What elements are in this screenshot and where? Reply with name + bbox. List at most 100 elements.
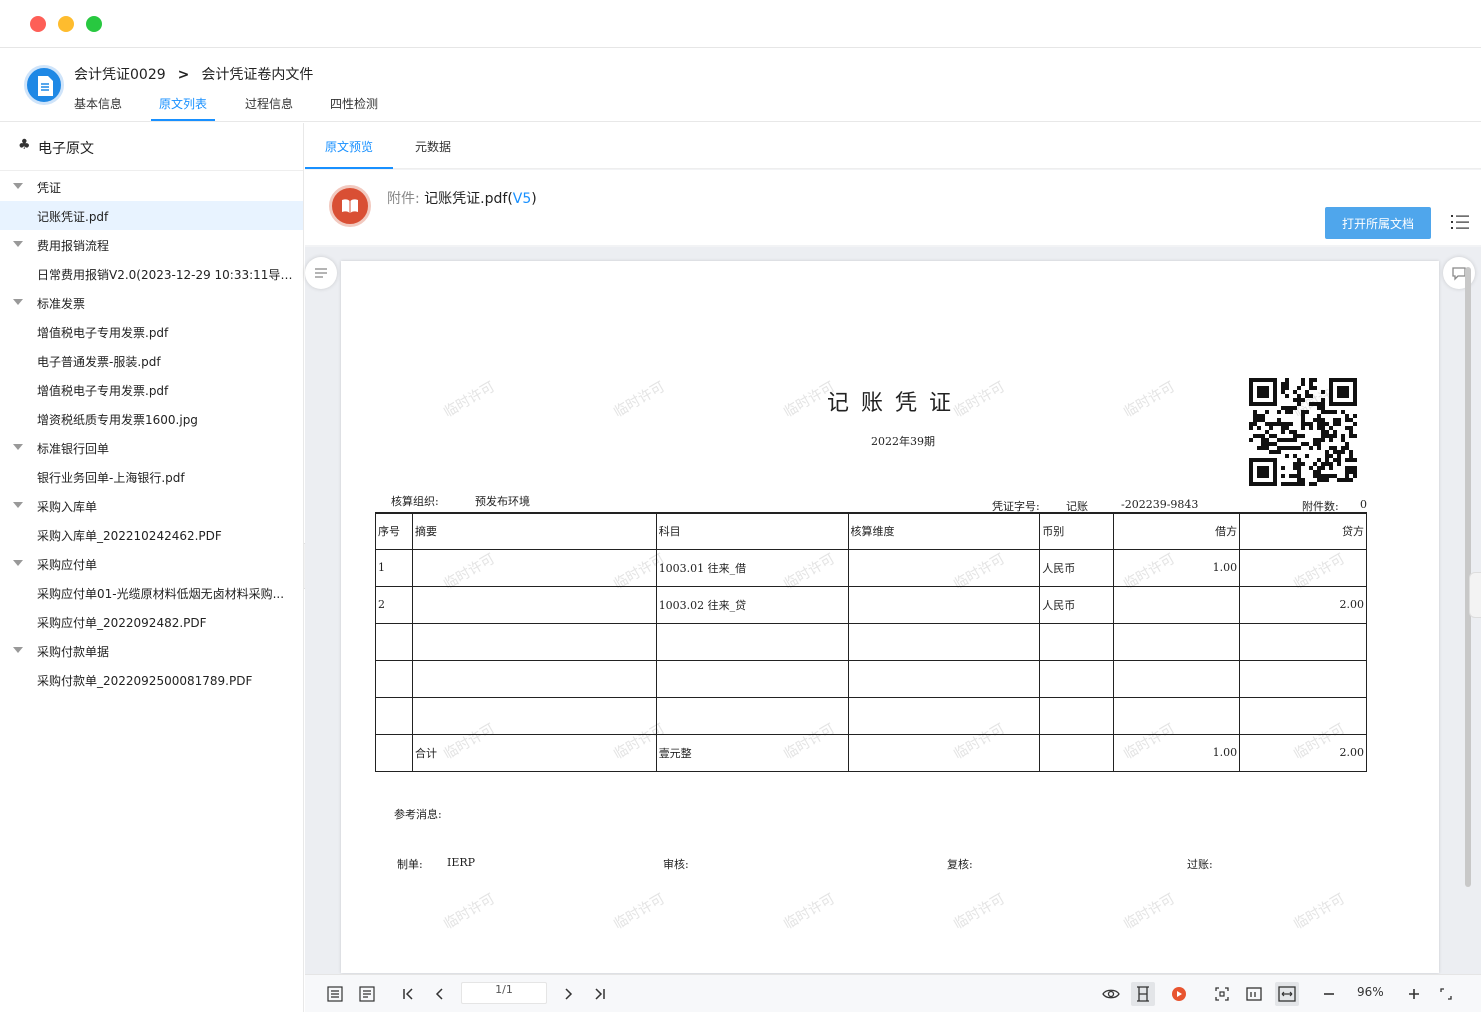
watermark-text: 临时许可 — [611, 378, 668, 421]
zoom-in-icon[interactable] — [1404, 984, 1424, 1004]
audit-label: 审核: — [663, 858, 689, 871]
right-panel-handle[interactable] — [1469, 572, 1481, 618]
tree-item-label: 采购应付单_2022092482.PDF — [37, 616, 207, 630]
page-number-input[interactable]: 1/1 — [461, 982, 547, 1004]
last-page-icon[interactable] — [590, 984, 610, 1004]
voucher-total-row: 合计 壹元整 1.00 2.00 — [375, 733, 1367, 772]
caret-down-icon[interactable] — [13, 444, 23, 450]
voucher-table: 序号 摘要 科目 核算维度 币别 借方 贷方 1 1003.01 往来_借 人民币 1.00 2 100… — [375, 512, 1367, 772]
maker-label: 制单: — [397, 858, 423, 871]
voucher-cell: 2 — [375, 585, 413, 624]
voucher-cell: 人民币 — [1039, 585, 1115, 624]
minimize-window-button[interactable] — [58, 16, 74, 32]
tree-file[interactable]: 采购付款单_2022092500081789.PDF — [0, 665, 303, 694]
caret-down-icon[interactable] — [13, 560, 23, 566]
version-close-paren: ) — [531, 191, 537, 207]
breadcrumb-archive[interactable]: 会计凭证0029 — [74, 64, 166, 84]
tree-folder[interactable]: 凭证 — [0, 172, 303, 201]
title-bar — [0, 0, 1481, 48]
voucher-cell: 1.00 — [1113, 548, 1241, 587]
tree-file[interactable]: 增资税纸质专用发票1600.jpg — [0, 404, 303, 433]
voucher-cell — [847, 622, 1041, 661]
tree-file[interactable]: 采购应付单_2022092482.PDF — [0, 607, 303, 636]
zoom-out-icon[interactable] — [1319, 984, 1339, 1004]
fullscreen-focus-icon[interactable] — [1212, 984, 1232, 1004]
voucher-cell: 币别 — [1039, 512, 1115, 550]
tab-process-info[interactable]: 过程信息 — [245, 95, 293, 121]
actual-size-icon[interactable] — [1244, 984, 1264, 1004]
voucher-cell: 1 — [375, 548, 413, 587]
zoom-level: 96% — [1357, 985, 1384, 999]
tree-folder[interactable]: 采购入库单 — [0, 491, 303, 520]
tree-item-label: 记账凭证.pdf — [37, 210, 109, 224]
tree-file[interactable]: 增值税电子专用发票.pdf — [0, 375, 303, 404]
voucher-cell — [1039, 622, 1115, 661]
voucher-row — [375, 659, 1367, 698]
tree-file[interactable]: 采购入库单_202210242462.PDF — [0, 520, 303, 549]
caret-down-icon[interactable] — [13, 299, 23, 305]
voucher-cell — [411, 622, 657, 661]
voucher-cell: 借方 — [1113, 512, 1241, 550]
tab-metadata[interactable]: 元数据 — [415, 138, 451, 155]
tab-four-checks[interactable]: 四性检测 — [330, 95, 378, 121]
qr-code-icon — [1249, 378, 1357, 486]
breadcrumb-separator: > — [177, 67, 190, 83]
tree-file[interactable]: 日常费用报销V2.0(2023-12-29 10:33:11导入)... — [0, 259, 303, 288]
voucher-cell — [1239, 548, 1367, 587]
expand-icon[interactable] — [1436, 984, 1456, 1004]
tree-item-label: 增资税纸质专用发票1600.jpg — [37, 413, 198, 427]
first-page-icon[interactable] — [398, 984, 418, 1004]
tree-folder[interactable]: 标准银行回单 — [0, 433, 303, 462]
next-page-icon[interactable] — [558, 984, 578, 1004]
fit-height-icon[interactable] — [1131, 982, 1155, 1006]
caret-down-icon[interactable] — [13, 241, 23, 247]
play-icon[interactable] — [1169, 984, 1189, 1004]
voucher-cell — [411, 548, 657, 587]
tree-item-label: 增值税电子专用发票.pdf — [37, 326, 169, 340]
tree-file[interactable]: 记账凭证.pdf — [0, 201, 303, 230]
outline-panel-icon[interactable] — [357, 984, 377, 1004]
breadcrumb: 会计凭证0029 > 会计凭证卷内文件 — [74, 64, 313, 84]
attachment-title: 附件: 记账凭证.pdf(V5) — [387, 188, 537, 208]
caret-down-icon[interactable] — [13, 183, 23, 189]
maximize-window-button[interactable] — [86, 16, 102, 32]
voucher-cell: 科目 — [655, 512, 849, 550]
eye-icon[interactable] — [1101, 984, 1121, 1004]
tab-basic-info[interactable]: 基本信息 — [74, 95, 122, 121]
voucher-cell: 1003.02 往来_贷 — [655, 585, 849, 624]
prev-page-icon[interactable] — [430, 984, 450, 1004]
tree-item-label: 采购应付单01-光缆原材料低烟无卤材料采购... — [37, 587, 285, 601]
watermark-text: 临时许可 — [441, 378, 498, 421]
annotation-toggle-button[interactable] — [305, 257, 337, 289]
caret-down-icon[interactable] — [13, 502, 23, 508]
tree-file[interactable]: 电子普通发票-服装.pdf — [0, 346, 303, 375]
caret-down-icon[interactable] — [13, 647, 23, 653]
tree-file[interactable]: 银行业务回单-上海银行.pdf — [0, 462, 303, 491]
voucher-cell — [847, 659, 1041, 698]
voucher-title: 记账凭证 — [827, 391, 964, 416]
voucher-cell — [375, 733, 413, 772]
voucher-cell: 摘要 — [411, 512, 657, 550]
tree-file[interactable]: 增值税电子专用发票.pdf — [0, 317, 303, 346]
close-window-button[interactable] — [30, 16, 46, 32]
open-parent-document-button[interactable]: 打开所属文档 — [1325, 207, 1431, 239]
tree-folder[interactable]: 采购应付单 — [0, 549, 303, 578]
tree-folder[interactable]: 费用报销流程 — [0, 230, 303, 259]
tab-original-preview[interactable]: 原文预览 — [304, 138, 394, 169]
book-icon — [329, 185, 371, 227]
thumbnails-icon[interactable] — [325, 984, 345, 1004]
voucher-row: 1 1003.01 往来_借 人民币 1.00 — [375, 548, 1367, 587]
tree-file[interactable]: 采购应付单01-光缆原材料低烟无卤材料采购... — [0, 578, 303, 607]
list-menu-icon[interactable] — [1451, 214, 1469, 230]
tree-item-label: 标准银行回单 — [37, 442, 110, 456]
tab-original-list[interactable]: 原文列表 — [150, 95, 216, 121]
tree-folder[interactable]: 采购付款单据 — [0, 636, 303, 665]
version-link[interactable]: V5 — [513, 191, 531, 207]
sidebar: ♣ 电子原文 凭证 记账凭证.pdf 费用报销流程 日常费用报销V2.0(2023-1… — [0, 123, 304, 1012]
voucher-cell — [1113, 659, 1241, 698]
watermark-text: 临时许可 — [1121, 378, 1178, 421]
voucher-cell — [375, 696, 413, 735]
fit-width-icon[interactable] — [1275, 982, 1299, 1006]
voucher-cell — [847, 733, 1041, 772]
tree-folder[interactable]: 标准发票 — [0, 288, 303, 317]
